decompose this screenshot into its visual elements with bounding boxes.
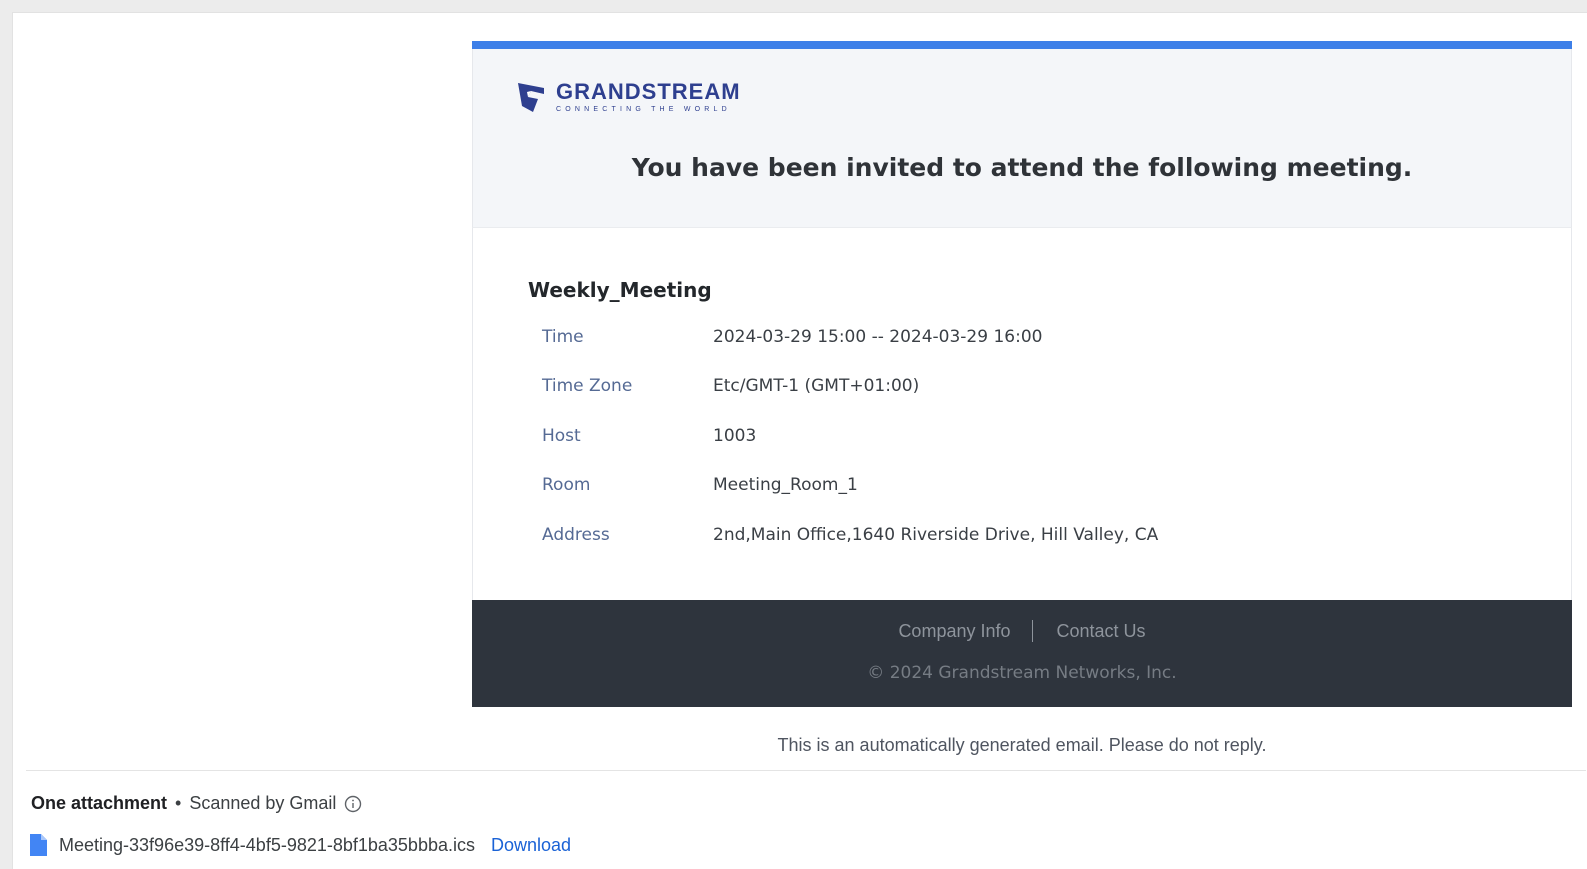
footer-links: Company Info Contact Us xyxy=(472,620,1572,642)
grandstream-logo: GRANDSTREAM CONNECTING THE WORLD xyxy=(514,77,741,117)
invitation-title: You have been invited to attend the foll… xyxy=(631,153,1413,182)
attachments-header: One attachment • Scanned by Gmail xyxy=(31,793,362,814)
download-link[interactable]: Download xyxy=(491,835,571,856)
detail-value: 2024-03-29 15:00 -- 2024-03-29 16:00 xyxy=(713,327,1043,347)
company-info-link[interactable]: Company Info xyxy=(898,621,1010,642)
detail-label: Time Zone xyxy=(542,376,633,396)
email-message: GRANDSTREAM CONNECTING THE WORLD You hav… xyxy=(12,12,1587,869)
file-icon xyxy=(30,834,47,856)
grandstream-logo-icon xyxy=(518,83,544,112)
detail-value: 1003 xyxy=(713,426,757,446)
footer-divider xyxy=(1031,620,1033,642)
meeting-details: Weekly_Meeting Time 2024-03-29 15:00 -- … xyxy=(472,227,1572,600)
detail-label: Address xyxy=(542,525,610,545)
detail-label: Time xyxy=(542,327,584,347)
logo-name: GRANDSTREAM xyxy=(556,78,741,104)
detail-label: Host xyxy=(542,426,581,446)
detail-row-host: Host 1003 xyxy=(542,424,756,448)
attachment-file-name[interactable]: Meeting-33f96e39-8ff4-4bf5-9821-8bf1ba35… xyxy=(59,835,475,856)
detail-row-time: Time 2024-03-29 15:00 -- 2024-03-29 16:0… xyxy=(542,325,1042,349)
detail-value: 2nd,Main Office,1640 Riverside Drive, Hi… xyxy=(713,525,1159,545)
auto-generated-note: This is an automatically generated email… xyxy=(777,735,1267,755)
copyright: © 2024 Grandstream Networks, Inc. xyxy=(867,663,1177,683)
detail-value: Etc/GMT-1 (GMT+01:00) xyxy=(713,376,920,396)
email-footer: Company Info Contact Us © 2024 Grandstre… xyxy=(472,600,1572,707)
detail-row-time-zone: Time Zone Etc/GMT-1 (GMT+01:00) xyxy=(542,374,919,398)
info-icon[interactable] xyxy=(344,795,362,813)
email-header: GRANDSTREAM CONNECTING THE WORLD You hav… xyxy=(472,49,1572,227)
detail-row-room: Room Meeting_Room_1 xyxy=(542,473,858,497)
contact-us-link[interactable]: Contact Us xyxy=(1057,621,1146,642)
meeting-name: Weekly_Meeting xyxy=(528,278,712,302)
separator-dot: • xyxy=(175,793,182,813)
attachments-divider xyxy=(26,770,1586,771)
detail-value: Meeting_Room_1 xyxy=(713,475,858,495)
attachment-item: Meeting-33f96e39-8ff4-4bf5-9821-8bf1ba35… xyxy=(28,833,571,857)
detail-row-address: Address 2nd,Main Office,1640 Riverside D… xyxy=(542,523,1158,547)
scan-status: Scanned by Gmail xyxy=(189,793,337,813)
logo-tagline: CONNECTING THE WORLD xyxy=(556,105,731,113)
detail-label: Room xyxy=(542,475,591,495)
attachment-count: One attachment xyxy=(31,793,168,813)
invitation-email: GRANDSTREAM CONNECTING THE WORLD You hav… xyxy=(472,41,1572,707)
